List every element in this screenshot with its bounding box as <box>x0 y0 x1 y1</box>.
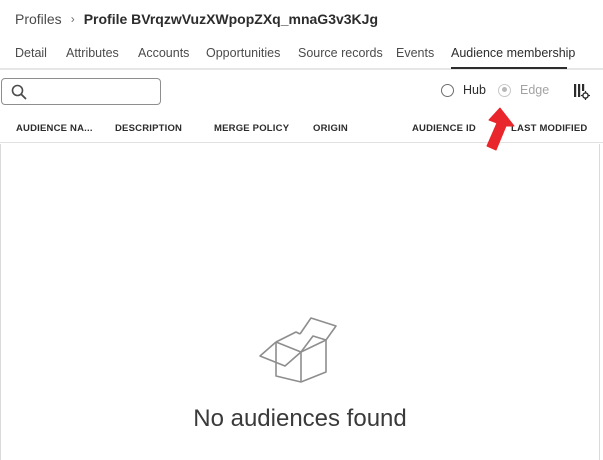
column-header-origin[interactable]: ORIGIN <box>313 123 348 134</box>
edge-radio-label: Edge <box>520 83 550 97</box>
red-arrow-icon <box>486 107 515 151</box>
search-icon <box>11 84 27 100</box>
breadcrumb: Profiles › Profile BVrqzwVuzXWpopZXq_mna… <box>15 9 378 29</box>
column-header-last-modified[interactable]: LAST MODIFIED <box>511 123 588 134</box>
hub-radio-circle[interactable] <box>441 83 454 97</box>
column-settings-icon[interactable] <box>573 83 590 100</box>
search-box <box>1 78 161 105</box>
empty-state-message: No audiences found <box>193 405 407 432</box>
hub-radio-label: Hub <box>463 83 486 97</box>
tab-accounts[interactable]: Accounts <box>138 46 189 60</box>
column-header-merge-policy[interactable]: MERGE POLICY <box>214 123 289 134</box>
active-tab-indicator <box>451 67 567 69</box>
tab-source-records[interactable]: Source records <box>298 46 383 60</box>
empty-box-icon <box>259 317 337 383</box>
tab-detail[interactable]: Detail <box>15 46 47 60</box>
tab-bar: Detail Attributes Accounts Opportunities… <box>0 40 603 70</box>
tab-opportunities[interactable]: Opportunities <box>206 46 280 60</box>
breadcrumb-profiles-link[interactable]: Profiles <box>15 11 62 27</box>
chevron-right-icon: › <box>70 12 75 26</box>
search-input[interactable] <box>32 81 157 102</box>
column-header-audience-name[interactable]: AUDIENCE NA... <box>16 123 93 134</box>
tab-attributes[interactable]: Attributes <box>66 46 119 60</box>
edge-radio-circle[interactable] <box>498 83 511 97</box>
edge-radio[interactable]: Edge <box>498 83 549 97</box>
hub-radio[interactable]: Hub <box>441 83 486 97</box>
column-header-description[interactable]: DESCRIPTION <box>115 123 182 134</box>
tab-audience-membership[interactable]: Audience membership <box>451 46 575 60</box>
column-header-audience-id[interactable]: AUDIENCE ID <box>412 123 476 134</box>
page-title: Profile BVrqzwVuzXWpopZXq_mnaG3v3KJg <box>83 11 378 27</box>
tab-events[interactable]: Events <box>396 46 434 60</box>
